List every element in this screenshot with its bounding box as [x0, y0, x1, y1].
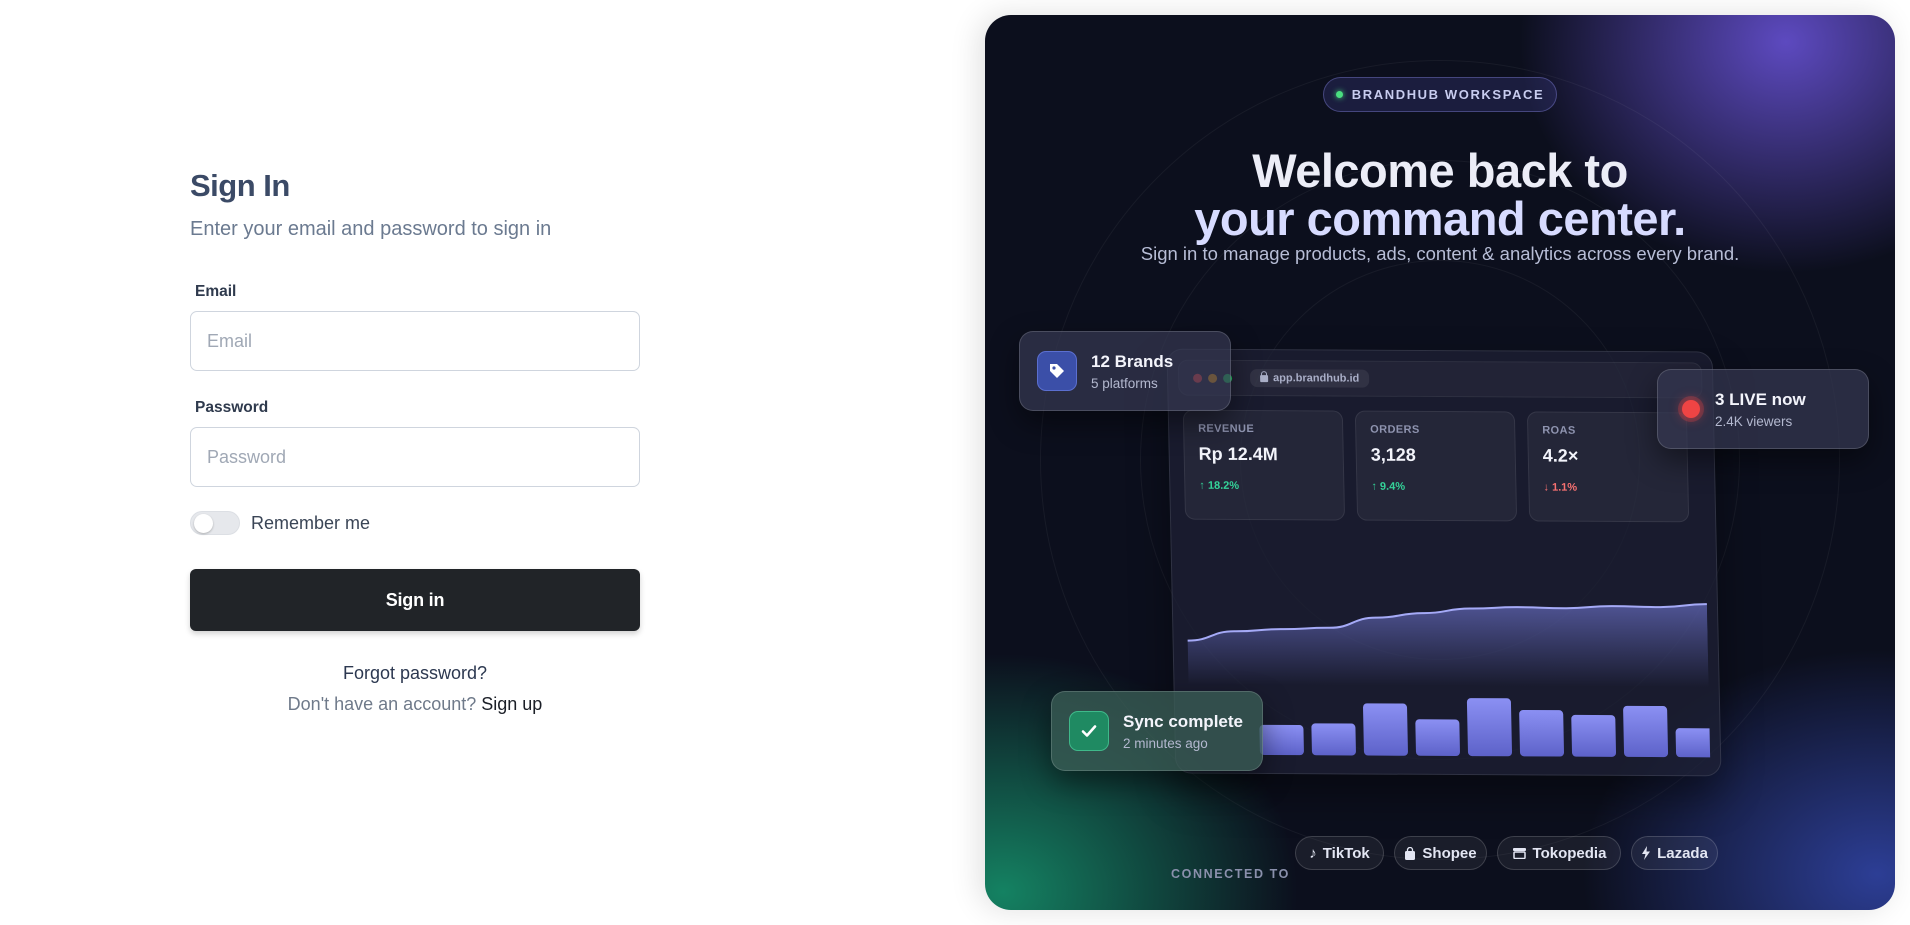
url-pill: app.brandhub.id — [1249, 369, 1370, 388]
chart-bar — [1571, 714, 1617, 757]
store-icon — [1512, 848, 1526, 859]
platform-chip-shopee: Shopee — [1394, 836, 1487, 870]
live-card: 3 LIVE now 2.4K viewers — [1657, 369, 1869, 449]
platform-chip-tokopedia: Tokopedia — [1497, 836, 1621, 870]
stat-label: ROAS — [1542, 424, 1576, 437]
platform-chip-lazada: Lazada — [1631, 836, 1718, 870]
arrow-up-icon: ↑ — [1199, 479, 1209, 492]
status-dot-icon — [1335, 91, 1343, 98]
brands-platforms: 5 platforms — [1091, 375, 1158, 391]
signin-page: Sign In Enter your email and password to… — [0, 0, 1910, 925]
no-account-text: Don't have an account? — [287, 694, 477, 714]
chart-bar — [1363, 703, 1408, 756]
platform-name: TikTok — [1322, 844, 1370, 862]
stat-label: REVENUE — [1198, 422, 1255, 436]
lock-icon — [1260, 374, 1269, 382]
bag-icon — [1405, 846, 1416, 860]
brands-count: 12 Brands — [1091, 351, 1174, 371]
trend-area — [1187, 604, 1709, 688]
live-indicator-icon — [1682, 400, 1700, 418]
check-icon — [1069, 711, 1109, 751]
promo-panel: BRANDHUB WORKSPACE Welcome back to your … — [985, 15, 1895, 910]
chart-bar — [1519, 709, 1565, 757]
stat-value: Rp 12.4M — [1198, 443, 1278, 465]
workspace-badge-text: BRANDHUB WORKSPACE — [1351, 87, 1545, 102]
password-label: Password — [195, 399, 269, 416]
stat-delta: ↑ 9.4% — [1371, 480, 1406, 493]
signin-form: Sign In Enter your email and password to… — [190, 168, 640, 715]
stat-card-orders: ORDERS 3,128 ↑ 9.4% — [1354, 410, 1518, 522]
remember-me-toggle[interactable] — [190, 511, 240, 535]
page-subtitle: Enter your email and password to sign in — [190, 218, 552, 240]
sync-card: Sync complete 2 minutes ago — [1051, 691, 1263, 771]
arrow-up-icon: ↑ — [1371, 480, 1381, 493]
stat-label: ORDERS — [1370, 423, 1420, 436]
forgot-password-link[interactable]: Forgot password? — [190, 663, 640, 684]
signup-row: Don't have an account? Sign up — [190, 694, 640, 715]
bar-group — [1259, 698, 1711, 758]
panel-headline-line1: Welcome back to — [1252, 144, 1628, 197]
password-field[interactable] — [190, 427, 640, 487]
url-text: app.brandhub.id — [1272, 372, 1360, 385]
email-label: Email — [195, 283, 237, 300]
remember-me-row: Remember me — [190, 511, 640, 535]
chart-bar — [1311, 723, 1356, 756]
stat-delta: ↓ 1.1% — [1543, 481, 1578, 494]
platform-name: Shopee — [1422, 844, 1477, 862]
stat-value: 4.2× — [1542, 445, 1579, 466]
sync-status: Sync complete — [1123, 711, 1243, 731]
toggle-knob — [194, 514, 213, 533]
stat-value: 3,128 — [1370, 444, 1416, 465]
tiktok-icon: ♪ — [1309, 844, 1317, 862]
live-count: 3 LIVE now — [1715, 389, 1806, 409]
stat-card-revenue: REVENUE Rp 12.4M ↑ 18.2% — [1182, 409, 1346, 521]
sync-time: 2 minutes ago — [1123, 735, 1208, 751]
chart-bar — [1466, 698, 1512, 757]
email-field[interactable] — [190, 311, 640, 371]
live-viewers: 2.4K viewers — [1715, 413, 1793, 429]
signin-button[interactable]: Sign in — [190, 569, 640, 631]
platform-name: Tokopedia — [1532, 844, 1607, 862]
workspace-badge: BRANDHUB WORKSPACE — [1323, 77, 1557, 112]
arrow-down-icon: ↓ — [1543, 481, 1553, 494]
chart-bar — [1415, 719, 1460, 756]
stat-delta: ↑ 18.2% — [1199, 479, 1240, 492]
platform-name: Lazada — [1657, 844, 1708, 862]
signup-link[interactable]: Sign up — [481, 694, 542, 714]
tag-icon — [1037, 351, 1077, 391]
chart-bar — [1675, 728, 1711, 758]
brands-card: 12 Brands 5 platforms — [1019, 331, 1231, 411]
dashboard-chart — [1187, 603, 1711, 758]
browser-bar: app.brandhub.id — [1177, 359, 1703, 399]
remember-me-label[interactable]: Remember me — [251, 513, 370, 534]
chart-bar — [1259, 724, 1304, 756]
page-title: Sign In — [190, 168, 290, 203]
bolt-icon — [1642, 846, 1651, 860]
platform-chip-tiktok: ♪ TikTok — [1295, 836, 1384, 870]
panel-subtitle: Sign in to manage products, ads, content… — [1140, 243, 1740, 264]
panel-headline-line2: your command center. — [1194, 192, 1686, 245]
chart-bar — [1623, 705, 1669, 758]
connected-label: CONNECTED TO — [1171, 867, 1290, 881]
